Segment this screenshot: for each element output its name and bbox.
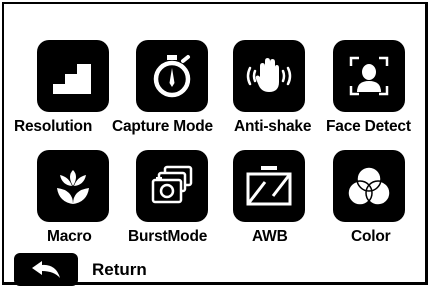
- white-balance-icon: [233, 150, 305, 222]
- anti-shake-button[interactable]: [233, 40, 305, 112]
- awb-label: AWB: [252, 228, 288, 245]
- burst-camera-icon: [136, 150, 208, 222]
- resolution-label: Resolution: [14, 118, 93, 135]
- return-button[interactable]: [14, 253, 78, 286]
- color-button[interactable]: [333, 150, 405, 222]
- color-label: Color: [351, 228, 391, 245]
- stopwatch-icon: [136, 40, 208, 112]
- face-detect-button[interactable]: [333, 40, 405, 112]
- anti-shake-label: Anti-shake: [234, 118, 312, 135]
- burst-mode-label: BurstMode: [128, 228, 208, 245]
- resolution-button[interactable]: [37, 40, 109, 112]
- return-label: Return: [92, 260, 147, 279]
- back-arrow-icon: [32, 260, 60, 278]
- face-detect-label: Face Detect: [326, 118, 411, 135]
- capture-mode-button[interactable]: [136, 40, 208, 112]
- color-circles-icon: [333, 150, 405, 222]
- stairs-icon: [37, 40, 109, 112]
- macro-label: Macro: [47, 228, 92, 245]
- awb-button[interactable]: [233, 150, 305, 222]
- flower-icon: [37, 150, 109, 222]
- burst-mode-button[interactable]: [136, 150, 208, 222]
- hand-shake-icon: [233, 40, 305, 112]
- macro-button[interactable]: [37, 150, 109, 222]
- capture-mode-label: Capture Mode: [112, 118, 213, 135]
- face-frame-icon: [333, 40, 405, 112]
